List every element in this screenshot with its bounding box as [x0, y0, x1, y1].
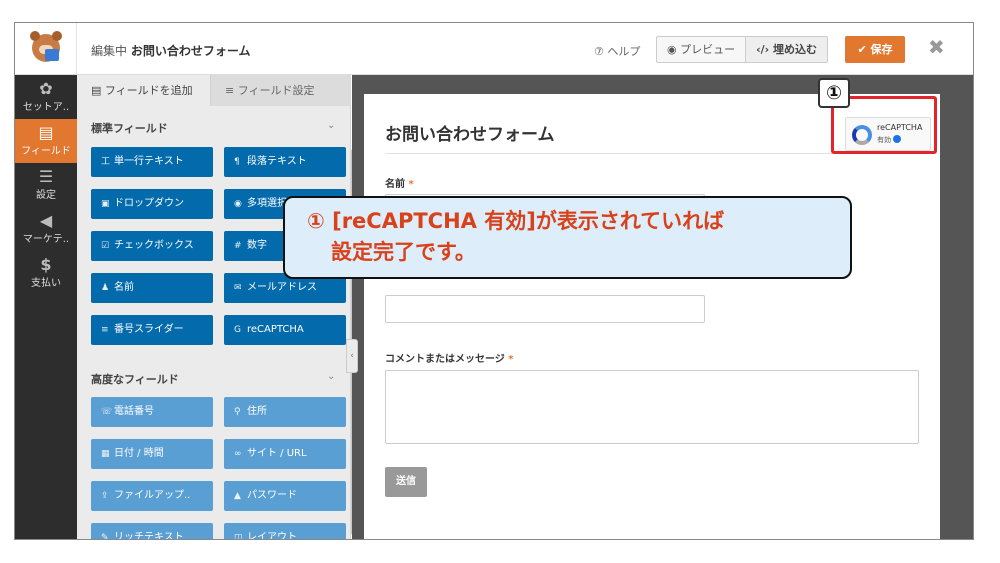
gear-icon: ✿ — [39, 79, 53, 98]
form-card: お問い合わせフォーム reCAPTCHA 有効 名前 * コメントまたはメッセー… — [364, 94, 940, 539]
nav-item-payments[interactable]: $ 支払い — [15, 251, 77, 295]
top-bar: 編集中 お問い合わせフォーム ⑦ ヘルプ ◉ プレビュー ‹/› 埋め込む ✔ … — [15, 23, 973, 75]
field-file-upload[interactable]: ⇪ ファイルアップ.. — [91, 481, 213, 511]
preview-label: プレビュー — [680, 43, 736, 56]
chevron-down-icon[interactable]: ⌄ — [327, 371, 335, 382]
list-icon: ▤ — [91, 84, 102, 97]
google-icon: G — [234, 325, 241, 335]
panel-tabs: ▤ フィールドを追加 ≡ フィールド設定 — [77, 75, 351, 106]
tab-label: フィールドを追加 — [104, 84, 193, 97]
megaphone-icon: ◀ — [39, 211, 53, 230]
field-rich-text[interactable]: ✎ リッチテキスト — [91, 523, 213, 540]
link-icon: ∞ — [234, 449, 242, 459]
field-layout[interactable]: ◫ レイアウト — [224, 523, 346, 540]
nav-label: フィールド — [21, 146, 71, 157]
radio-icon: ◉ — [234, 199, 242, 209]
slider-icon: ≡ — [101, 325, 109, 335]
nav-label: マーケテ.. — [22, 234, 70, 245]
logo — [15, 23, 77, 75]
nav-item-fields[interactable]: ▤ フィールド — [15, 119, 77, 163]
name-field-label: 名前 * — [385, 179, 414, 190]
nav-label: 支払い — [31, 278, 61, 289]
close-icon[interactable]: ✖ — [928, 35, 945, 59]
layout-icon: ◫ — [234, 533, 243, 540]
required-mark: * — [508, 354, 514, 365]
mail-icon: ✉ — [234, 283, 242, 293]
field-single-line-text[interactable]: 工単一行テキスト — [91, 147, 213, 177]
field-website-url[interactable]: ∞ サイト / URL — [224, 439, 346, 469]
save-label: 保存 — [870, 43, 893, 56]
paragraph-icon: ¶ — [234, 157, 240, 167]
nav-label: セットア.. — [22, 102, 70, 113]
sliders-icon: ≡ — [225, 84, 235, 97]
help-label: ヘルプ — [607, 45, 641, 58]
help-icon: ⑦ — [594, 45, 604, 58]
required-mark: * — [408, 179, 414, 190]
chevron-left-icon[interactable]: ‹ — [346, 339, 358, 373]
callout-line-2: 設定完了です。 — [331, 240, 476, 264]
checkbox-icon: ☑ — [101, 241, 110, 251]
email-input[interactable] — [385, 295, 705, 323]
help-link[interactable]: ⑦ ヘルプ — [594, 43, 640, 59]
embed-button[interactable]: ‹/› 埋め込む — [745, 37, 828, 62]
field-password[interactable]: ▲ パスワード — [224, 481, 346, 511]
field-address[interactable]: ⚲ 住所 — [224, 397, 346, 427]
comment-textarea[interactable] — [385, 370, 919, 444]
tab-field-settings[interactable]: ≡ フィールド設定 — [211, 75, 351, 106]
field-number-slider[interactable]: ≡ 番号スライダー — [91, 315, 213, 345]
user-icon: ♟ — [101, 283, 110, 293]
field-date-time[interactable]: ▦ 日付 / 時間 — [91, 439, 213, 469]
field-name[interactable]: ♟ 名前 — [91, 273, 213, 303]
chevron-down-icon[interactable]: ⌄ — [327, 120, 335, 131]
dropdown-icon: ▣ — [101, 199, 110, 209]
form-title: お問い合わせフォーム — [385, 125, 555, 145]
submit-button[interactable]: 送信 — [385, 467, 427, 497]
nav-label: 設定 — [36, 190, 56, 201]
fields-icon: ▤ — [38, 123, 54, 142]
phone-icon: ☏ — [101, 407, 113, 417]
editing-prefix: 編集中 — [91, 44, 128, 58]
field-checkboxes[interactable]: ☑ チェックボックス — [91, 231, 213, 261]
preview-button[interactable]: ◉ プレビュー — [657, 37, 745, 62]
code-icon: ‹/› — [756, 43, 770, 56]
comment-field-label: コメントまたはメッセージ * — [385, 354, 514, 365]
field-dropdown[interactable]: ▣ ドロップダウン — [91, 189, 213, 219]
text-icon: 工 — [101, 157, 111, 167]
field-phone[interactable]: ☏ 電話番号 — [91, 397, 213, 427]
left-nav: ✿ セットア.. ▤ フィールド ☰ 設定 ◀ マーケテ.. $ 支払い — [15, 75, 77, 539]
field-recaptcha[interactable]: GreCAPTCHA — [224, 315, 346, 345]
lock-icon: ▲ — [234, 491, 241, 501]
nav-item-settings[interactable]: ☰ 設定 — [15, 163, 77, 207]
check-icon: ✔ — [857, 43, 867, 56]
editing-form-name: お問い合わせフォーム — [130, 44, 251, 58]
instruction-callout: ① [reCAPTCHA 有効]が表示されていれば 設定完了です。 — [283, 196, 852, 279]
nav-item-setup[interactable]: ✿ セットア.. — [15, 75, 77, 119]
preview-embed-group: ◉ プレビュー ‹/› 埋め込む — [656, 36, 829, 63]
save-button[interactable]: ✔ 保存 — [845, 36, 905, 63]
tab-add-fields[interactable]: ▤ フィールドを追加 — [77, 75, 211, 106]
nav-item-marketing[interactable]: ◀ マーケテ.. — [15, 207, 77, 251]
hash-icon: # — [234, 241, 242, 251]
step-number-badge: ① — [818, 78, 850, 108]
field-paragraph-text[interactable]: ¶ 段落テキスト — [224, 147, 346, 177]
dollar-icon: $ — [40, 255, 52, 274]
upload-icon: ⇪ — [101, 491, 109, 501]
calendar-icon: ▦ — [101, 449, 110, 459]
callout-line-1: ① [reCAPTCHA 有効]が表示されていれば — [307, 209, 725, 233]
map-pin-icon: ⚲ — [234, 407, 241, 417]
form-title-bar: 編集中 お問い合わせフォーム — [91, 42, 251, 59]
tab-label: フィールド設定 — [237, 84, 315, 97]
field-panel: ▤ フィールドを追加 ≡ フィールド設定 標準フィールド ⌄ 工単一行テキスト … — [77, 75, 355, 540]
edit-icon: ✎ — [101, 533, 109, 540]
sliders-icon: ☰ — [38, 167, 54, 186]
eye-icon: ◉ — [667, 43, 677, 56]
embed-label: 埋め込む — [773, 43, 818, 56]
advanced-fields-title[interactable]: 高度なフィールド — [91, 371, 179, 387]
standard-fields-title[interactable]: 標準フィールド — [91, 120, 168, 136]
